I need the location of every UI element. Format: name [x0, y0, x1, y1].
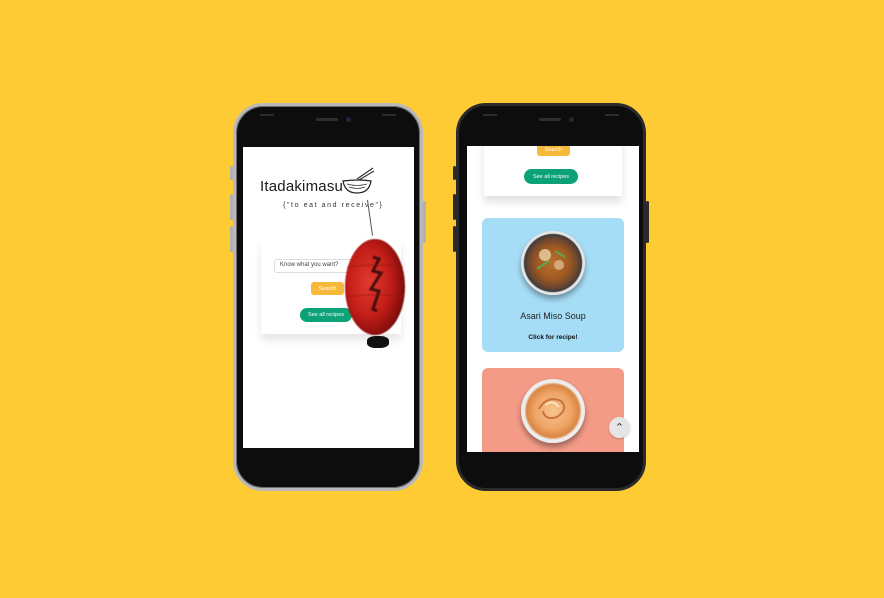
- noodle-bowl-icon: [342, 167, 375, 194]
- power-button: [423, 201, 426, 243]
- front-camera: [346, 117, 351, 122]
- antenna-line: [483, 114, 497, 116]
- volume-up-button: [230, 194, 233, 220]
- antenna-line: [605, 114, 619, 116]
- scroll-to-top-button[interactable]: ⌃: [609, 417, 630, 438]
- miso-soup-garnish: [536, 249, 566, 270]
- dessert-bowl: [521, 379, 585, 443]
- speaker: [539, 118, 561, 121]
- recipe-card[interactable]: [482, 368, 624, 452]
- recipe-link[interactable]: Click for recipe!: [482, 334, 624, 341]
- search-button[interactable]: Search: [311, 282, 344, 295]
- recipe-card[interactable]: Asari Miso Soup Click for recipe!: [482, 218, 624, 352]
- left-phone: Itadakimasu {"to eat and receive"} Know …: [230, 103, 426, 491]
- volume-up-button: [453, 194, 456, 220]
- antenna-line: [382, 114, 396, 116]
- app-title: Itadakimasu: [260, 178, 344, 195]
- speaker: [316, 118, 338, 121]
- antenna-line: [260, 114, 274, 116]
- power-button: [646, 201, 649, 243]
- miso-soup-bowl: [521, 231, 585, 295]
- lantern-base: [367, 336, 389, 348]
- dessert-swirl: [538, 398, 566, 420]
- recipe-name: Asari Miso Soup: [520, 311, 586, 321]
- search-button[interactable]: Search: [537, 146, 570, 156]
- side-button: [230, 166, 233, 180]
- chevron-up-icon: ⌃: [614, 422, 625, 434]
- lantern-image: [345, 239, 405, 335]
- home-screen: Itadakimasu {"to eat and receive"} Know …: [243, 147, 414, 448]
- side-button: [453, 166, 456, 180]
- see-all-recipes-button[interactable]: See all recipes: [524, 169, 578, 184]
- volume-down-button: [230, 226, 233, 252]
- front-camera: [569, 117, 574, 122]
- recipes-screen: Search See all recipes Asari Miso Soup C…: [467, 146, 639, 452]
- volume-down-button: [453, 226, 456, 252]
- right-phone: Search See all recipes Asari Miso Soup C…: [453, 103, 649, 491]
